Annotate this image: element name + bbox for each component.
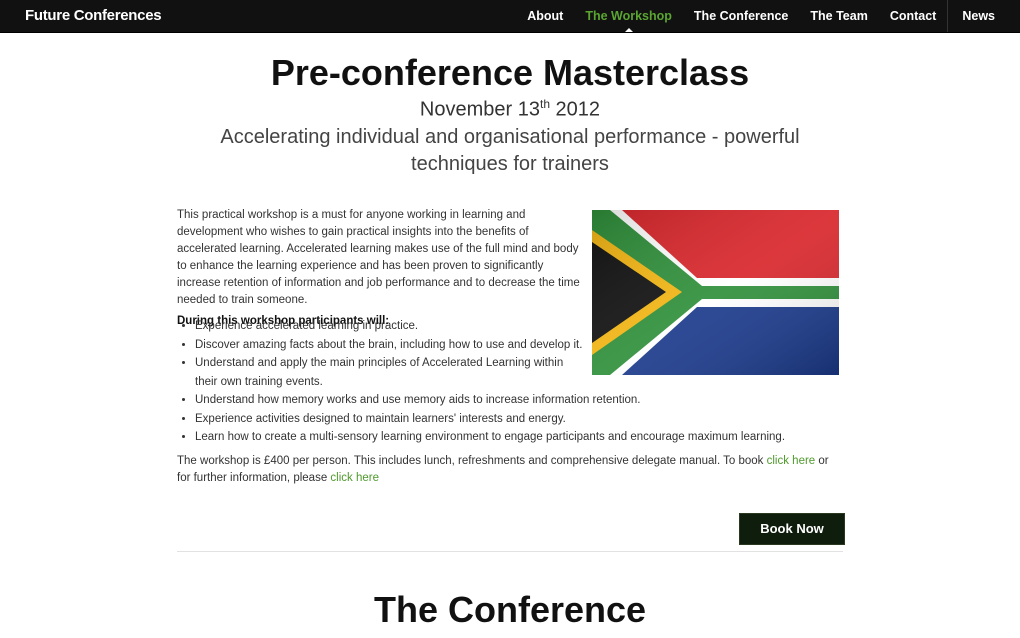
price-paragraph: The workshop is £400 per person. This in… [177, 453, 837, 487]
workshop-intro: This practical workshop is a must for an… [177, 207, 582, 330]
date-main: November 13 [419, 98, 540, 121]
list-item: Discover amazing facts about the brain, … [195, 336, 855, 355]
list-item: Learn how to create a multi-sensory lear… [195, 428, 855, 447]
page-subtitle: Accelerating individual and organisation… [220, 126, 800, 175]
nav-news[interactable]: News [947, 0, 1020, 32]
page-title: Pre-conference Masterclass [270, 52, 750, 93]
book-link[interactable]: click here [767, 455, 816, 467]
event-date: November 13th 2012 [0, 97, 1020, 122]
date-suffix: th [539, 97, 550, 111]
conference-section-title: The Conference [373, 589, 647, 630]
list-item: Understand how memory works and use memo… [195, 391, 855, 410]
info-link[interactable]: click here [330, 472, 379, 484]
date-year: 2012 [550, 98, 601, 121]
list-item: Experience activities designed to mainta… [195, 410, 855, 429]
nav-workshop[interactable]: The Workshop [574, 0, 683, 32]
top-navbar: Future Conferences About The Workshop Th… [0, 0, 1020, 33]
intro-paragraph: This practical workshop is a must for an… [177, 209, 580, 306]
participant-benefits-list: Experience accelerated learning in pract… [177, 317, 855, 447]
list-item: Experience accelerated learning in pract… [195, 317, 855, 336]
section-divider [177, 551, 843, 552]
brand-logo[interactable]: Future Conferences [25, 7, 162, 24]
list-item: Understand and apply the main principles… [195, 354, 575, 391]
book-now-button[interactable]: Book Now [739, 513, 845, 545]
nav-conference[interactable]: The Conference [683, 0, 799, 32]
main-nav: About The Workshop The Conference The Te… [516, 0, 1020, 32]
nav-team[interactable]: The Team [799, 0, 878, 32]
price-text-1: The workshop is £400 per person. This in… [177, 455, 767, 467]
nav-contact[interactable]: Contact [879, 0, 948, 32]
nav-about[interactable]: About [516, 0, 574, 32]
